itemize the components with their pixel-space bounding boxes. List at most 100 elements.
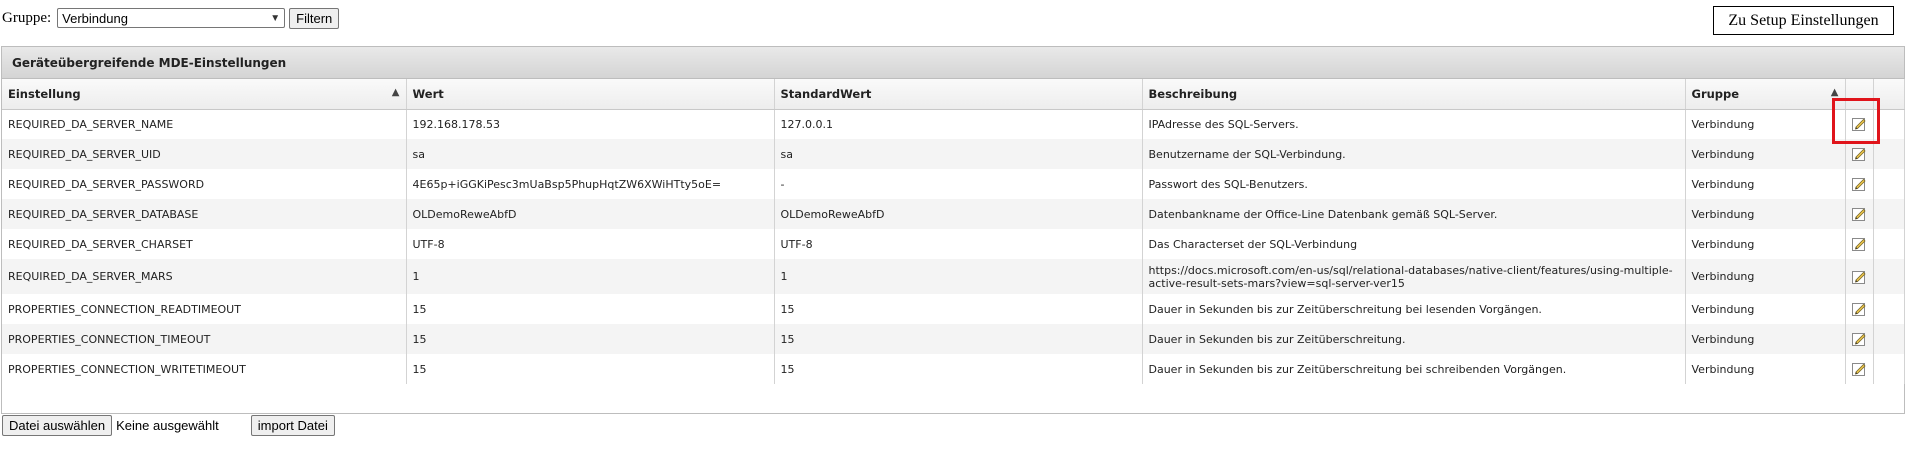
cell-beschreibung: IPAdresse des SQL-Servers. (1142, 109, 1686, 139)
edit-pencil-icon (1851, 177, 1867, 191)
group-select[interactable]: Verbindung ▼ (57, 8, 286, 28)
cell-beschreibung: https://docs.microsoft.com/en-us/sql/rel… (1142, 259, 1686, 294)
cell-einstellung: REQUIRED_DA_SERVER_MARS (2, 259, 407, 294)
cell-standardwert: - (774, 169, 1143, 199)
cell-gruppe: Verbindung (1685, 229, 1846, 259)
file-upload-bar: Datei auswählen Keine ausgewählt import … (2, 414, 335, 436)
table-row[interactable]: REQUIRED_DA_SERVER_DATABASE OLDemoReweAbf… (2, 199, 1905, 229)
edit-button[interactable] (1845, 169, 1874, 199)
cell-gruppe: Verbindung (1685, 199, 1846, 229)
edit-pencil-icon (1851, 332, 1867, 346)
cell-beschreibung: Benutzername der SQL-Verbindung. (1142, 139, 1686, 169)
edit-button[interactable] (1845, 229, 1874, 259)
cell-wert: 4E65p+iGGKiPesc3mUaBsp5PhupHqtZW6XWiHTty… (406, 169, 775, 199)
cell-beschreibung: Dauer in Sekunden bis zur Zeitüberschrei… (1142, 354, 1686, 384)
cell-standardwert: OLDemoReweAbfD (774, 199, 1143, 229)
cell-beschreibung: Passwort des SQL-Benutzers. (1142, 169, 1686, 199)
row-spacer (1873, 109, 1905, 139)
edit-pencil-icon (1851, 302, 1867, 316)
table-row[interactable]: PROPERTIES_CONNECTION_READTIMEOUT 15 15 Dau… (2, 294, 1905, 324)
edit-button[interactable] (1845, 354, 1874, 384)
column-header-einstellung[interactable]: Einstellung ▲ (2, 79, 407, 110)
filter-bar: Gruppe: Verbindung ▼ Filtern (2, 7, 340, 29)
chevron-down-icon: ▼ (270, 12, 281, 24)
cell-wert: 15 (406, 354, 775, 384)
column-header-edit (1845, 79, 1874, 110)
cell-standardwert: 15 (774, 354, 1143, 384)
table-row[interactable]: PROPERTIES_CONNECTION_WRITETIMEOUT 15 15 Da… (2, 354, 1905, 384)
cell-gruppe: Verbindung (1685, 109, 1846, 139)
cell-wert: OLDemoReweAbfD (406, 199, 775, 229)
edit-pencil-icon (1851, 207, 1867, 221)
cell-wert: UTF-8 (406, 229, 775, 259)
cell-gruppe: Verbindung (1685, 169, 1846, 199)
cell-standardwert: sa (774, 139, 1143, 169)
table-row[interactable]: REQUIRED_DA_SERVER_MARS 1 1 https://docs.mi… (2, 259, 1905, 294)
edit-button[interactable] (1845, 199, 1874, 229)
cell-beschreibung: Dauer in Sekunden bis zur Zeitüberschrei… (1142, 294, 1686, 324)
cell-einstellung: PROPERTIES_CONNECTION_WRITETIMEOUT (2, 354, 407, 384)
cell-beschreibung: Das Characterset der SQL-Verbindung (1142, 229, 1686, 259)
cell-einstellung: REQUIRED_DA_SERVER_NAME (2, 109, 407, 139)
cell-gruppe: Verbindung (1685, 139, 1846, 169)
cell-gruppe: Verbindung (1685, 259, 1846, 294)
cell-wert: sa (406, 139, 775, 169)
cell-wert: 192.168.178.53 (406, 109, 775, 139)
cell-einstellung: REQUIRED_DA_SERVER_UID (2, 139, 407, 169)
cell-wert: 1 (406, 259, 775, 294)
cell-einstellung: REQUIRED_DA_SERVER_DATABASE (2, 199, 407, 229)
table-row[interactable]: PROPERTIES_CONNECTION_TIMEOUT 15 15 Dauer i… (2, 324, 1905, 354)
settings-grid: Geräteübergreifende MDE-Einstellungen Ei… (1, 46, 1905, 414)
edit-button[interactable] (1845, 259, 1874, 294)
filter-button[interactable]: Filtern (289, 7, 340, 29)
setup-settings-button[interactable]: Zu Setup Einstellungen (1713, 6, 1894, 35)
column-header-gruppe[interactable]: Gruppe ▲ (1685, 79, 1846, 110)
edit-pencil-icon (1851, 362, 1867, 376)
cell-gruppe: Verbindung (1685, 294, 1846, 324)
group-filter-label: Gruppe: (2, 9, 52, 26)
row-spacer (1873, 229, 1905, 259)
table-row[interactable]: REQUIRED_DA_SERVER_NAME 192.168.178.53 127… (2, 109, 1905, 139)
cell-einstellung: PROPERTIES_CONNECTION_TIMEOUT (2, 324, 407, 354)
column-header-wert[interactable]: Wert (406, 79, 775, 110)
cell-standardwert: 1 (774, 259, 1143, 294)
row-spacer (1873, 169, 1905, 199)
cell-standardwert: 15 (774, 294, 1143, 324)
row-spacer (1873, 259, 1905, 294)
cell-beschreibung: Datenbankname der Office-Line Datenbank … (1142, 199, 1686, 229)
cell-gruppe: Verbindung (1685, 324, 1846, 354)
file-status-text: Keine ausgewählt (116, 417, 219, 433)
table-row[interactable]: REQUIRED_DA_SERVER_UID sa sa Benutzername d… (2, 139, 1905, 169)
row-spacer (1873, 354, 1905, 384)
row-spacer (1873, 139, 1905, 169)
cell-standardwert: 127.0.0.1 (774, 109, 1143, 139)
cell-beschreibung: Dauer in Sekunden bis zur Zeitüberschrei… (1142, 324, 1686, 354)
row-spacer (1873, 199, 1905, 229)
cell-gruppe: Verbindung (1685, 354, 1846, 384)
edit-pencil-icon (1851, 237, 1867, 251)
column-header-standardwert[interactable]: StandardWert (774, 79, 1143, 110)
cell-einstellung: REQUIRED_DA_SERVER_CHARSET (2, 229, 407, 259)
import-file-button[interactable]: import Datei (250, 414, 335, 436)
sort-ascending-icon: ▲ (1830, 87, 1839, 98)
cell-standardwert: 15 (774, 324, 1143, 354)
edit-button[interactable] (1845, 109, 1874, 139)
cell-standardwert: UTF-8 (774, 229, 1143, 259)
settings-table: Einstellung ▲ Wert StandardWert Beschrei… (2, 79, 1905, 384)
sort-ascending-icon: ▲ (391, 87, 400, 98)
cell-einstellung: PROPERTIES_CONNECTION_READTIMEOUT (2, 294, 407, 324)
cell-wert: 15 (406, 324, 775, 354)
cell-wert: 15 (406, 294, 775, 324)
row-spacer (1873, 294, 1905, 324)
edit-button[interactable] (1845, 294, 1874, 324)
edit-pencil-icon (1851, 147, 1867, 161)
table-row[interactable]: REQUIRED_DA_SERVER_PASSWORD 4E65p+iGGKiPe… (2, 169, 1905, 199)
edit-button[interactable] (1845, 139, 1874, 169)
edit-button[interactable] (1845, 324, 1874, 354)
row-spacer (1873, 324, 1905, 354)
choose-file-button[interactable]: Datei auswählen (2, 414, 113, 436)
table-row[interactable]: REQUIRED_DA_SERVER_CHARSET UTF-8 UTF-8 Das … (2, 229, 1905, 259)
column-header-beschreibung[interactable]: Beschreibung (1142, 79, 1686, 110)
column-header-spacer (1873, 79, 1905, 110)
edit-pencil-icon (1851, 117, 1867, 132)
